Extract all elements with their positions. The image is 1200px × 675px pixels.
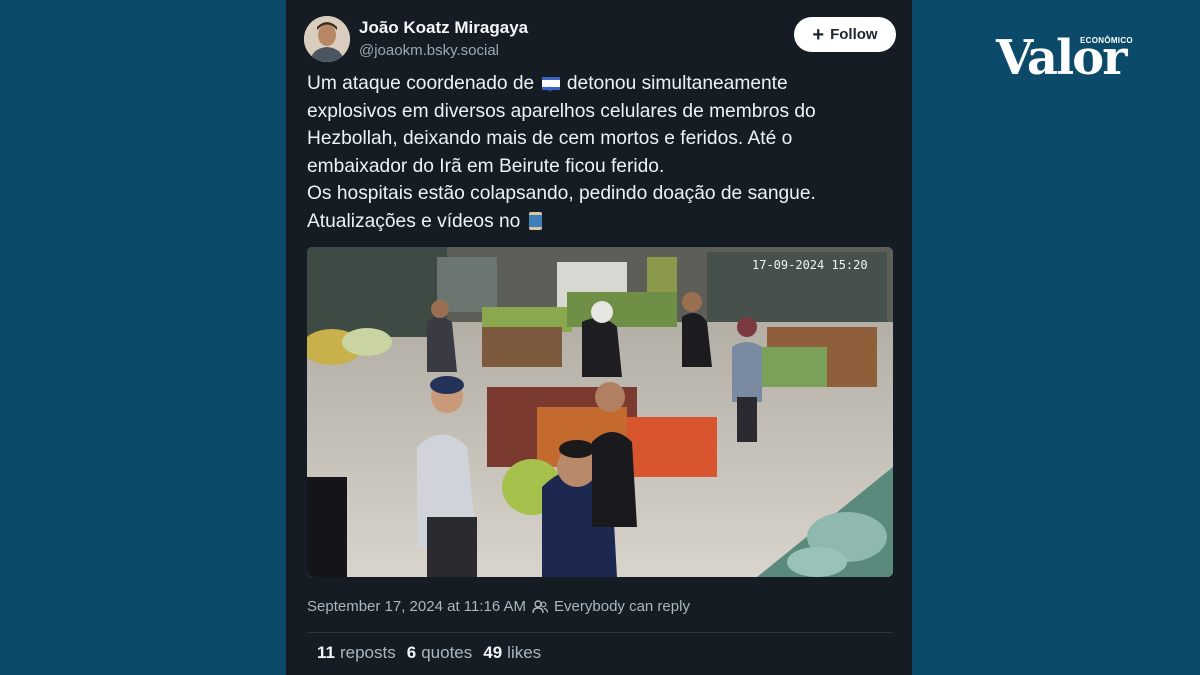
author-name[interactable]: João Koatz Miragaya bbox=[359, 18, 528, 38]
israel-flag-icon bbox=[541, 76, 560, 104]
post-line: Um ataque coordenado de detonou simultan… bbox=[307, 70, 897, 104]
reposts-stat[interactable]: 11 reposts bbox=[317, 643, 396, 663]
post-timestamp[interactable]: September 17, 2024 at 11:16 AM bbox=[307, 598, 526, 615]
market-cctv-image: 17-09-2024 15:20 bbox=[307, 247, 893, 577]
likes-label: likes bbox=[507, 643, 542, 662]
reply-setting: Everybody can reply bbox=[554, 598, 690, 615]
quotes-count: 6 bbox=[406, 643, 417, 662]
likes-stat[interactable]: 49 likes bbox=[483, 643, 541, 663]
post-text-fragment: Um ataque coordenado de bbox=[307, 73, 540, 94]
post-line: Os hospitais estão colapsando, pedindo d… bbox=[307, 183, 816, 204]
logo-wordmark: Valor bbox=[996, 30, 1127, 86]
post-metadata: September 17, 2024 at 11:16 AM Everybody… bbox=[307, 598, 690, 615]
post-text: Um ataque coordenado de detonou simultan… bbox=[307, 70, 897, 235]
likes-count: 49 bbox=[483, 643, 503, 662]
post-text-fragment: Atualizações e vídeos no bbox=[307, 210, 526, 232]
plus-icon: + bbox=[812, 23, 825, 46]
quotes-stat[interactable]: 6 quotes bbox=[407, 643, 473, 663]
follow-button[interactable]: + Follow bbox=[794, 17, 896, 52]
post-line: Atualizações e vídeos no bbox=[307, 208, 897, 236]
avatar[interactable] bbox=[304, 16, 350, 62]
reposts-count: 11 bbox=[317, 643, 335, 662]
post-text-fragment: detonou simultaneamente bbox=[561, 73, 788, 94]
thread-spool-icon[interactable] bbox=[528, 211, 542, 230]
cctv-timestamp: 17-09-2024 15:20 bbox=[752, 258, 868, 272]
divider bbox=[307, 632, 893, 633]
avatar-image bbox=[304, 16, 350, 62]
quotes-label: quotes bbox=[421, 643, 473, 662]
post-line: Hezbollah, deixando mais de cem mortos e… bbox=[307, 128, 793, 149]
post-line: explosivos em diversos aparelhos celular… bbox=[307, 100, 816, 122]
post-line: embaixador do Irã em Beirute ficou ferid… bbox=[307, 155, 665, 177]
people-icon bbox=[532, 599, 549, 613]
valor-economico-logo: ECONÔMICO Valor bbox=[996, 30, 1146, 90]
author-handle[interactable]: @joaokm.bsky.social bbox=[359, 42, 499, 59]
reposts-label: reposts bbox=[339, 643, 396, 662]
post-stats: 11 reposts 6 quotes 49 likes bbox=[317, 643, 541, 663]
follow-button-label: Follow bbox=[830, 26, 878, 43]
video-thumbnail[interactable]: 17-09-2024 15:20 bbox=[307, 247, 893, 577]
